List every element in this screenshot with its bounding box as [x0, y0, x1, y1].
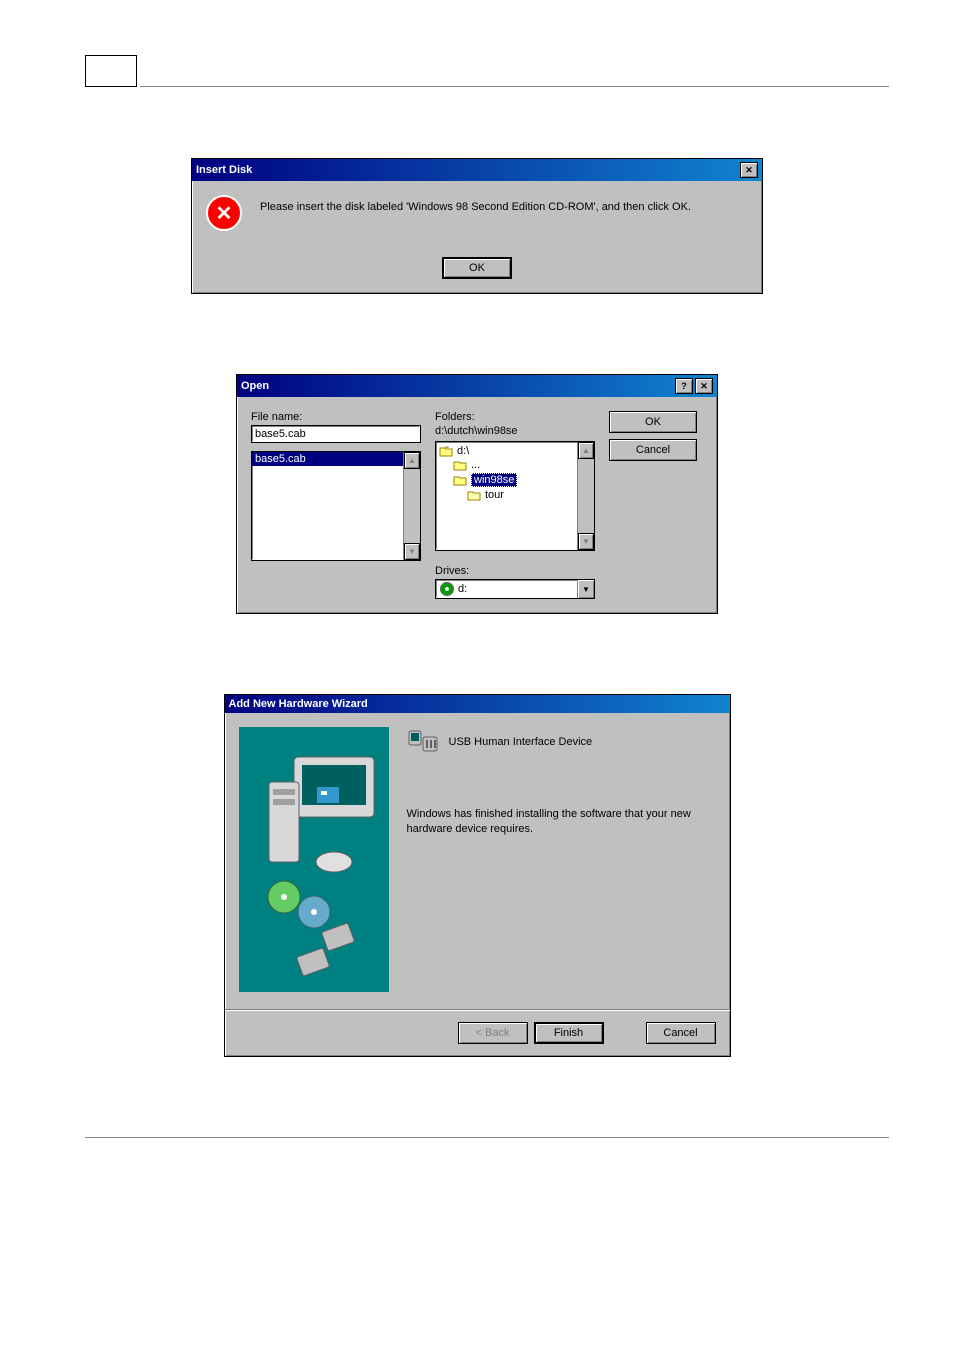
cd-drive-icon: [440, 582, 454, 596]
folder-open-icon: [453, 459, 467, 471]
dialog-message: Please insert the disk labeled 'Windows …: [260, 195, 748, 213]
folder-label: d:\: [457, 445, 469, 457]
wizard-illustration: [239, 727, 389, 992]
help-icon[interactable]: ?: [675, 378, 693, 394]
back-button: < Back: [458, 1022, 528, 1044]
drive-selected-label: d:: [458, 583, 467, 595]
folder-label: ...: [471, 459, 480, 471]
current-path: d:\dutch\win98se: [435, 425, 595, 437]
dialog-titlebar: Insert Disk ✕: [192, 159, 762, 181]
ok-button[interactable]: OK: [609, 411, 697, 433]
folder-tree-item[interactable]: tour: [467, 488, 574, 502]
folder-label: tour: [485, 489, 504, 501]
dialog-title: Add New Hardware Wizard: [229, 698, 368, 710]
device-name: USB Human Interface Device: [449, 736, 593, 748]
folder-tree-item[interactable]: ...: [453, 458, 574, 472]
file-list-item-label: base5.cab: [255, 453, 306, 465]
file-name-input[interactable]: [251, 425, 421, 443]
close-icon[interactable]: ✕: [695, 378, 713, 394]
folder-tree-item[interactable]: win98se: [453, 472, 574, 488]
folder-tree-item[interactable]: d:\: [439, 444, 574, 458]
dialog-titlebar: Open ? ✕: [237, 375, 717, 397]
scroll-down-icon[interactable]: ▼: [578, 533, 594, 550]
drives-label: Drives:: [435, 565, 595, 577]
finish-button[interactable]: Finish: [534, 1022, 604, 1044]
error-icon: ✕: [206, 195, 242, 231]
wizard-description: Windows has finished installing the soft…: [407, 807, 716, 838]
ok-button[interactable]: OK: [442, 257, 512, 279]
folder-tree[interactable]: d:\ ...: [435, 441, 595, 551]
cancel-button[interactable]: Cancel: [609, 439, 697, 461]
dialog-titlebar: Add New Hardware Wizard: [225, 695, 730, 713]
open-dialog: Open ? ✕ File name: base5.cab ▲ ▼: [236, 374, 718, 614]
folder-open-icon: [453, 474, 467, 486]
scroll-up-icon[interactable]: ▲: [404, 452, 420, 469]
scrollbar[interactable]: ▲ ▼: [577, 442, 594, 550]
header-divider: [140, 86, 889, 87]
file-name-label: File name:: [251, 411, 421, 423]
insert-disk-dialog: Insert Disk ✕ ✕ Please insert the disk l…: [191, 158, 763, 294]
scrollbar[interactable]: ▲ ▼: [403, 452, 420, 560]
page-header-box: [85, 55, 137, 87]
dialog-title: Insert Disk: [196, 164, 252, 176]
footer-divider: [85, 1137, 889, 1138]
chevron-down-icon[interactable]: ▼: [577, 580, 594, 598]
file-list[interactable]: base5.cab ▲ ▼: [251, 451, 421, 561]
folders-label: Folders:: [435, 411, 595, 423]
close-icon[interactable]: ✕: [740, 162, 758, 178]
scroll-down-icon[interactable]: ▼: [404, 543, 420, 560]
cancel-button[interactable]: Cancel: [646, 1022, 716, 1044]
list-item[interactable]: base5.cab: [252, 452, 403, 466]
folder-closed-icon: [467, 489, 481, 501]
hardware-wizard-dialog: Add New Hardware Wizard: [224, 694, 731, 1057]
drives-select[interactable]: d: ▼: [435, 579, 595, 599]
scroll-up-icon[interactable]: ▲: [578, 442, 594, 459]
device-icon: [407, 727, 439, 757]
folder-label: win98se: [471, 473, 517, 487]
dialog-title: Open: [241, 380, 269, 392]
folder-open-icon: [439, 445, 453, 457]
